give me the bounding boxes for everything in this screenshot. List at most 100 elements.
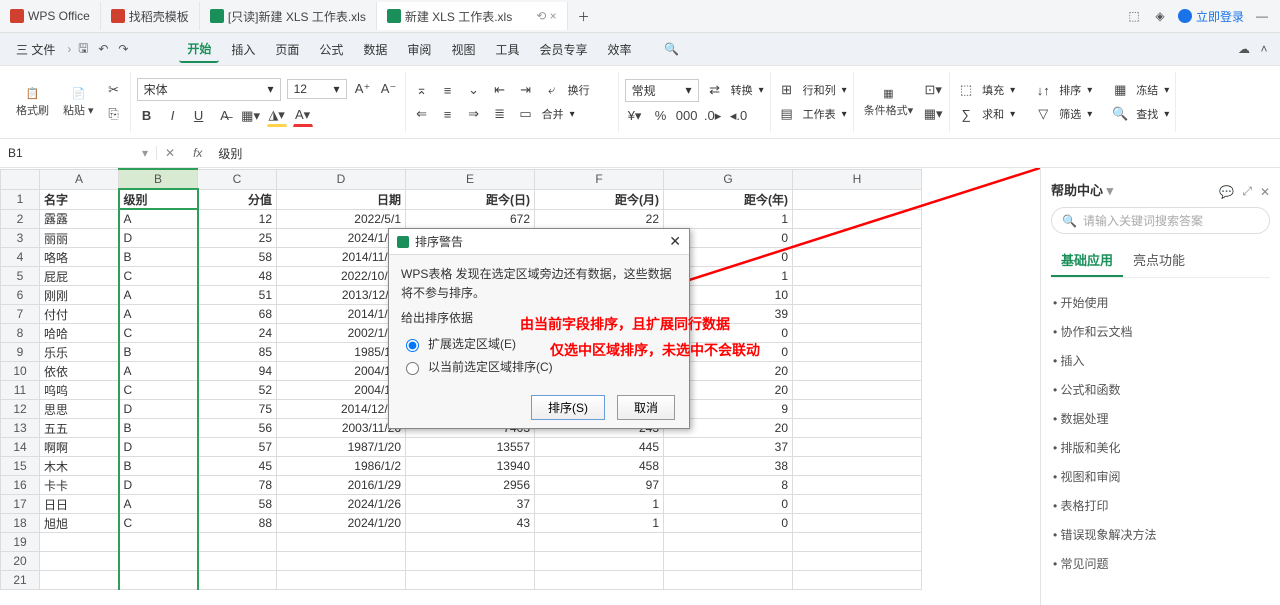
cell[interactable]: 呜呜 <box>40 381 119 400</box>
cell[interactable]: A <box>119 305 198 324</box>
col-header[interactable]: G <box>664 169 793 189</box>
cell[interactable]: 思思 <box>40 400 119 419</box>
row-header[interactable]: 12 <box>1 400 40 419</box>
help-tab-highlight[interactable]: 亮点功能 <box>1123 244 1195 277</box>
cell[interactable]: 五五 <box>40 419 119 438</box>
menu-review[interactable]: 审阅 <box>399 37 439 62</box>
row-header[interactable]: 21 <box>1 571 40 590</box>
cell[interactable]: B <box>119 457 198 476</box>
cell[interactable]: 25 <box>198 229 277 248</box>
paste-button[interactable]: 📄粘贴 ▾ <box>59 87 98 118</box>
menu-tools[interactable]: 工具 <box>487 37 527 62</box>
redo-icon[interactable]: ↷ <box>115 41 131 57</box>
help-item[interactable]: • 错误现象解决方法 <box>1051 520 1270 549</box>
cell[interactable]: 458 <box>535 457 664 476</box>
cell[interactable]: 0 <box>664 495 793 514</box>
cell[interactable]: D <box>119 400 198 419</box>
cell[interactable]: 672 <box>406 209 535 229</box>
cell[interactable]: B <box>119 248 198 267</box>
dialog-close-icon[interactable]: ✕ <box>669 233 681 250</box>
cell[interactable]: 58 <box>198 248 277 267</box>
cell[interactable]: 48 <box>198 267 277 286</box>
cell[interactable]: 丽丽 <box>40 229 119 248</box>
cell[interactable]: 1 <box>664 209 793 229</box>
cell[interactable]: 8 <box>664 476 793 495</box>
col-header[interactable]: E <box>406 169 535 189</box>
row-header[interactable]: 20 <box>1 552 40 571</box>
radio-current[interactable]: 以当前选定区域排序(C) <box>401 358 677 377</box>
cond-format[interactable]: ▦条件格式▾ <box>860 87 918 118</box>
col-header[interactable]: D <box>277 169 406 189</box>
cell[interactable]: 2024/1/20 <box>277 514 406 533</box>
help-item[interactable]: • 开始使用 <box>1051 288 1270 317</box>
comma-icon[interactable]: 000 <box>677 106 697 126</box>
table-icon[interactable]: ▦▾ <box>923 104 943 124</box>
file-menu[interactable]: 三 文件 <box>8 37 63 62</box>
cell[interactable]: D <box>119 229 198 248</box>
row-header[interactable]: 3 <box>1 229 40 248</box>
menu-view[interactable]: 视图 <box>443 37 483 62</box>
box-icon[interactable]: ◈ <box>1152 8 1168 24</box>
row-header[interactable]: 10 <box>1 362 40 381</box>
cell[interactable]: 1 <box>535 514 664 533</box>
italic-button[interactable]: I <box>163 106 183 126</box>
cell[interactable]: 43 <box>406 514 535 533</box>
cell[interactable]: 木木 <box>40 457 119 476</box>
cell[interactable]: 58 <box>198 495 277 514</box>
percent-icon[interactable]: % <box>651 106 671 126</box>
cell[interactable]: 445 <box>535 438 664 457</box>
sort-button[interactable]: 排序(S) <box>531 395 605 420</box>
inc-font-icon[interactable]: A⁺ <box>353 79 373 99</box>
cell[interactable]: 卡卡 <box>40 476 119 495</box>
select-all[interactable] <box>1 169 40 189</box>
row-header[interactable]: 7 <box>1 305 40 324</box>
row-header[interactable]: 11 <box>1 381 40 400</box>
copy-icon[interactable]: ⎘ <box>104 104 124 124</box>
merge-button[interactable]: ▭ <box>516 104 536 124</box>
align-top-icon[interactable]: ⌅ <box>412 80 432 100</box>
cell[interactable]: 付付 <box>40 305 119 324</box>
cell[interactable]: 2014/12/24 <box>277 400 406 419</box>
save-icon[interactable]: 🖫 <box>75 41 91 57</box>
bold-button[interactable]: B <box>137 106 157 126</box>
help-item[interactable]: • 协作和云文档 <box>1051 317 1270 346</box>
align-center-icon[interactable]: ≡ <box>438 104 458 124</box>
cell[interactable]: 68 <box>198 305 277 324</box>
expand-icon[interactable]: ⤢ <box>1242 184 1252 199</box>
collapse-icon[interactable]: ˄ <box>1256 41 1272 57</box>
header-cell[interactable]: 距今(日) <box>406 189 535 209</box>
rowcol-icon[interactable]: ⊞ <box>777 80 797 100</box>
align-mid-icon[interactable]: ≡ <box>438 80 458 100</box>
header-cell[interactable]: 分值 <box>198 189 277 209</box>
chat-icon[interactable]: 💬 <box>1219 185 1234 199</box>
dec-dec-icon[interactable]: ◂.0 <box>729 106 749 126</box>
menu-member[interactable]: 会员专享 <box>531 37 595 62</box>
align-right-icon[interactable]: ⇒ <box>464 104 484 124</box>
cell[interactable]: 2024/1/26 <box>277 495 406 514</box>
cell[interactable]: 露露 <box>40 209 119 229</box>
cell[interactable]: 75 <box>198 400 277 419</box>
cell[interactable]: 日日 <box>40 495 119 514</box>
cell[interactable]: 旭旭 <box>40 514 119 533</box>
cell[interactable]: 88 <box>198 514 277 533</box>
cell[interactable]: 13940 <box>406 457 535 476</box>
cell[interactable]: C <box>119 267 198 286</box>
cell[interactable]: 0 <box>664 514 793 533</box>
cell[interactable]: 1 <box>535 495 664 514</box>
cell[interactable]: B <box>119 419 198 438</box>
cell[interactable]: 2004/1/2 <box>277 362 406 381</box>
header-cell[interactable]: 级别 <box>119 189 198 209</box>
header-cell[interactable]: 距今(年) <box>664 189 793 209</box>
cell[interactable]: 57 <box>198 438 277 457</box>
help-item[interactable]: • 数据处理 <box>1051 404 1270 433</box>
menu-data[interactable]: 数据 <box>355 37 395 62</box>
menu-page[interactable]: 页面 <box>267 37 307 62</box>
row-header[interactable]: 5 <box>1 267 40 286</box>
cell[interactable]: D <box>119 476 198 495</box>
row-header[interactable]: 16 <box>1 476 40 495</box>
cell[interactable]: 刚刚 <box>40 286 119 305</box>
tab-wps[interactable]: WPS Office <box>0 2 101 30</box>
help-search[interactable]: 🔍 请输入关键词搜索答案 <box>1051 207 1270 234</box>
border-button[interactable]: ▦▾ <box>241 106 261 126</box>
help-item[interactable]: • 公式和函数 <box>1051 375 1270 404</box>
